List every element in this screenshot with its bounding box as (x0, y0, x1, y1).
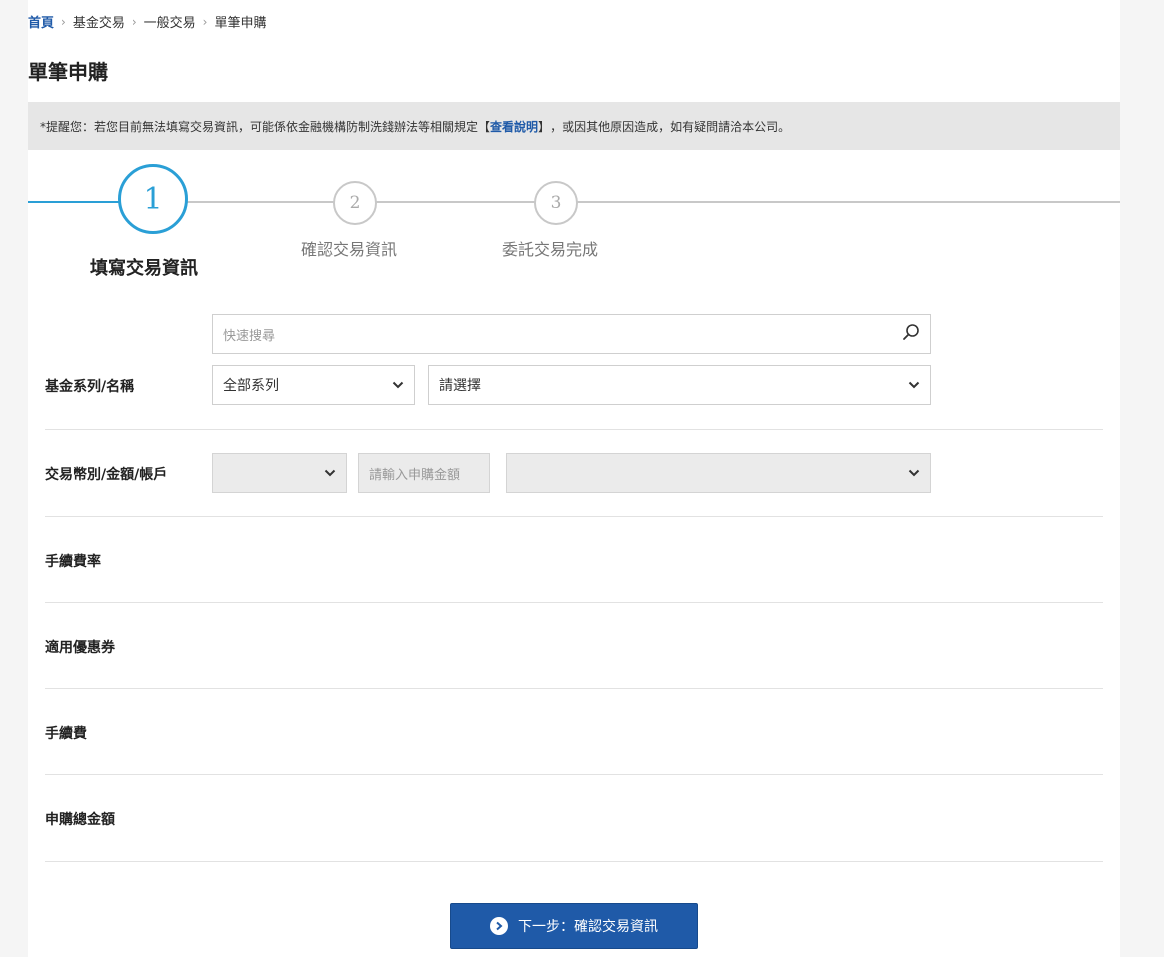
fund-search-placeholder: 快速搜尋 (223, 328, 276, 344)
subscription-amount-input[interactable]: 請輸入申購金額 (358, 453, 490, 493)
chevron-down-icon (324, 467, 336, 480)
row-divider (45, 688, 1103, 689)
breadcrumb: 首頁 › 基金交易 › 一般交易 › 單筆申購 (28, 12, 267, 32)
next-step-button-label: 下一步：確認交易資訊 (518, 919, 658, 935)
fund-search-input[interactable]: 快速搜尋 (212, 314, 931, 354)
fund-series-value: 全部系列 (223, 378, 279, 394)
row-divider (45, 861, 1103, 862)
step-3-circle: 3 (534, 181, 578, 225)
notice-banner: *提醒您：若您目前無法填寫交易資訊，可能係依金融機構防制洗錢辦法等相關規定 【 … (28, 102, 1120, 150)
fee-label: 手續費 (45, 726, 87, 742)
notice-suffix: ，或因其他原因造成，如有疑問請洽本公司。 (550, 119, 791, 134)
currency-select[interactable] (212, 453, 347, 493)
chevron-right-circle-icon (490, 917, 508, 935)
step-2-circle: 2 (333, 181, 377, 225)
breadcrumb-item-fund-trading[interactable]: 基金交易 (73, 12, 125, 31)
notice-help-link[interactable]: 查看說明 (490, 118, 538, 135)
search-icon[interactable] (902, 323, 920, 345)
coupon-label: 適用優惠券 (45, 640, 115, 656)
next-step-button[interactable]: 下一步：確認交易資訊 (450, 903, 698, 949)
notice-bracket-close: 】 (538, 119, 551, 134)
notice-bracket-open: 【 (478, 119, 491, 134)
fund-series-select[interactable]: 全部系列 (212, 365, 415, 405)
breadcrumb-separator: › (61, 14, 66, 29)
amount-placeholder: 請輸入申購金額 (369, 467, 461, 483)
currency-amount-account-label: 交易幣別/金額/帳戶 (45, 467, 168, 483)
account-select[interactable] (506, 453, 931, 493)
fee-rate-label: 手續費率 (45, 554, 101, 570)
breadcrumb-separator: › (202, 14, 208, 29)
chevron-down-icon (392, 379, 404, 392)
step-3-label: 委託交易完成 (502, 240, 599, 259)
row-divider (45, 516, 1103, 517)
step-1-circle: 1 (118, 164, 188, 234)
breadcrumb-separator: › (131, 14, 137, 29)
row-divider (45, 774, 1103, 775)
chevron-down-icon (908, 379, 920, 392)
row-divider (45, 429, 1103, 430)
breadcrumb-item-current: 單筆申購 (214, 16, 267, 31)
fund-name-select[interactable]: 請選擇 (428, 365, 931, 405)
page-container: 首頁 › 基金交易 › 一般交易 › 單筆申購 單筆申購 *提醒您：若您目前無法… (28, 0, 1120, 957)
total-amount-label: 申購總金額 (45, 812, 115, 828)
breadcrumb-home-link[interactable]: 首頁 (28, 12, 54, 31)
fund-name-label: 基金系列/名稱 (45, 379, 135, 395)
page-title: 單筆申購 (28, 60, 108, 84)
breadcrumb-item-general-trading[interactable]: 一般交易 (144, 12, 196, 31)
fund-name-value: 請選擇 (439, 378, 481, 394)
step-2-label: 確認交易資訊 (301, 240, 398, 259)
notice-text: *提醒您：若您目前無法填寫交易資訊，可能係依金融機構防制洗錢辦法等相關規定 (40, 119, 479, 134)
chevron-down-icon (908, 467, 920, 480)
step-1-label: 填寫交易資訊 (90, 258, 198, 279)
row-divider (45, 602, 1103, 603)
